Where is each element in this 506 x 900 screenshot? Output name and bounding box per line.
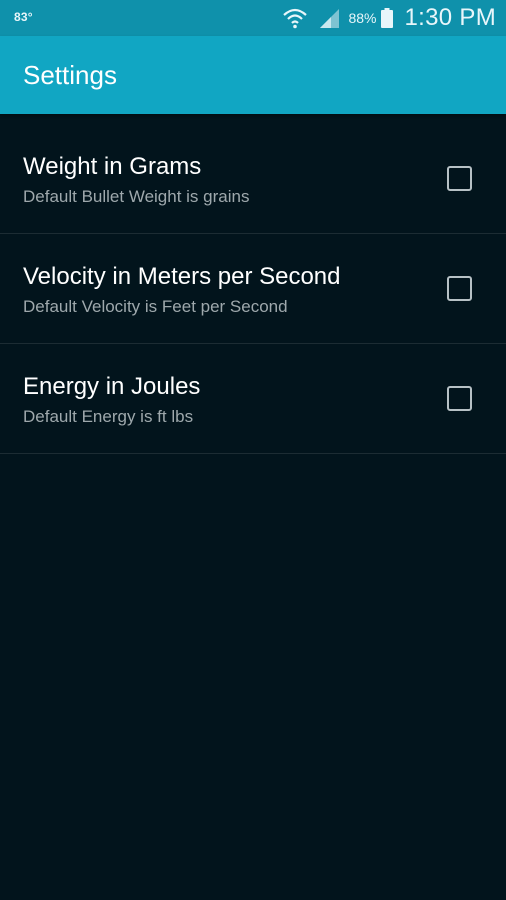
setting-energy-in-joules[interactable]: Energy in Joules Default Energy is ft lb… [0, 344, 506, 454]
setting-summary: Default Energy is ft lbs [23, 407, 194, 426]
wifi-icon [283, 8, 308, 29]
setting-weight-in-grams[interactable]: Weight in Grams Default Bullet Weight is… [0, 124, 506, 234]
battery-icon [380, 8, 393, 28]
app-bar: Settings [0, 36, 506, 114]
temperature-indicator: 83° [14, 10, 33, 24]
energy-joules-checkbox[interactable] [447, 386, 472, 411]
setting-title: Velocity in Meters per Second [23, 263, 341, 290]
page-title: Settings [23, 60, 117, 90]
settings-screen: 83° 88% 1:30 PM Settings Weight in Grams… [0, 0, 506, 900]
setting-summary: Default Velocity is Feet per Second [23, 297, 288, 316]
settings-list: Weight in Grams Default Bullet Weight is… [0, 124, 506, 454]
setting-title: Energy in Joules [23, 373, 201, 400]
signal-icon [320, 9, 340, 28]
weight-grams-checkbox[interactable] [447, 166, 472, 191]
setting-velocity-in-meters-per-second[interactable]: Velocity in Meters per Second Default Ve… [0, 234, 506, 344]
battery-percent: 88% [348, 10, 377, 26]
velocity-meters-checkbox[interactable] [447, 276, 472, 301]
status-icons: 88% 1:30 PM [282, 0, 496, 36]
clock: 1:30 PM [404, 4, 496, 31]
setting-summary: Default Bullet Weight is grains [23, 187, 250, 206]
status-bar: 83° 88% 1:30 PM [0, 0, 506, 36]
setting-title: Weight in Grams [23, 153, 202, 180]
